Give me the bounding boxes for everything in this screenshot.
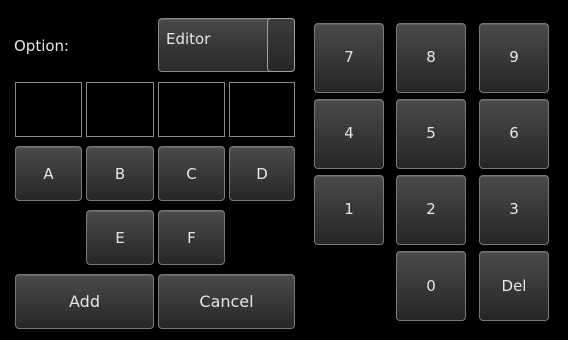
letter-button-e[interactable]: E: [86, 210, 154, 265]
keypad-button-1[interactable]: 1: [314, 175, 384, 245]
input-slot-4[interactable]: [229, 82, 295, 137]
delete-button[interactable]: Del: [479, 251, 549, 321]
input-slot-1[interactable]: [15, 82, 82, 137]
input-slot-3[interactable]: [158, 82, 225, 137]
keypad-button-6[interactable]: 6: [479, 99, 549, 169]
keypad-button-7[interactable]: 7: [314, 23, 384, 93]
option-dropdown-value: Editor: [166, 30, 211, 48]
option-dropdown[interactable]: Editor: [158, 18, 295, 72]
keypad-button-5[interactable]: 5: [396, 99, 466, 169]
keypad-button-9[interactable]: 9: [479, 23, 549, 93]
keypad-button-3[interactable]: 3: [479, 175, 549, 245]
keypad-button-4[interactable]: 4: [314, 99, 384, 169]
dropdown-toggle-button[interactable]: [267, 18, 295, 72]
keypad-button-8[interactable]: 8: [396, 23, 466, 93]
letter-button-c[interactable]: C: [158, 146, 225, 201]
letter-button-f[interactable]: F: [158, 210, 225, 265]
letter-button-b[interactable]: B: [86, 146, 154, 201]
cancel-button[interactable]: Cancel: [158, 274, 295, 329]
keypad-button-2[interactable]: 2: [396, 175, 466, 245]
input-slot-2[interactable]: [86, 82, 154, 137]
letter-button-a[interactable]: A: [15, 146, 82, 201]
keypad-button-0[interactable]: 0: [396, 251, 466, 321]
option-label: Option:: [14, 37, 70, 55]
add-button[interactable]: Add: [15, 274, 154, 329]
letter-button-d[interactable]: D: [229, 146, 295, 201]
